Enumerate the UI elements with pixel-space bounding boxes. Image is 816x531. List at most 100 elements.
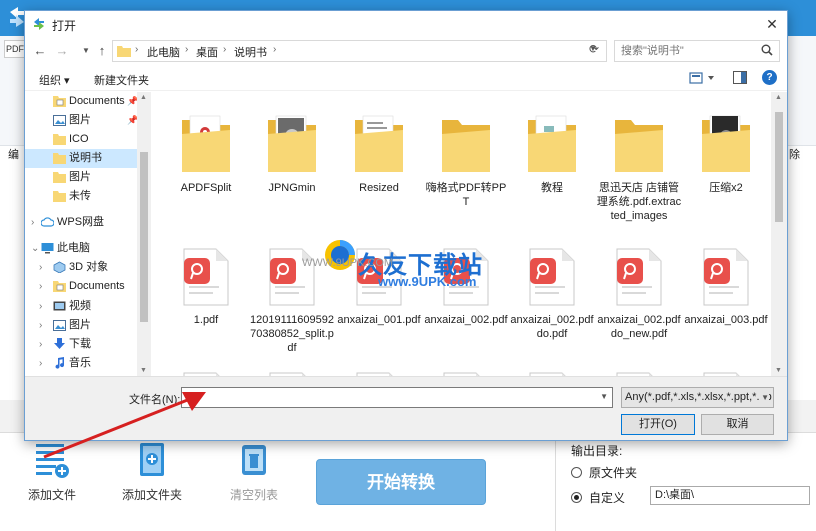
address-bar[interactable]: › 此电脑 › 桌面 › 说明书 › ▼ xyxy=(112,40,607,62)
file-type-select[interactable]: Any(*.pdf,*.xls,*.xlsx,*.ppt,*.pp ▼ xyxy=(621,387,774,408)
file-scrollbar[interactable]: ▲ ▼ xyxy=(771,92,787,376)
open-button[interactable]: 打开(O) xyxy=(621,414,695,435)
scroll-down-icon[interactable]: ▼ xyxy=(140,367,147,374)
app-left-label: 编 xyxy=(8,149,19,161)
pdf-file-item[interactable]: 1.pdf xyxy=(163,248,249,327)
chevron-right-icon[interactable]: › xyxy=(39,258,42,277)
nav-item[interactable]: 说明书 xyxy=(25,149,151,168)
breadcrumb-separator-icon: › xyxy=(223,44,227,55)
chevron-right-icon[interactable]: › xyxy=(39,277,42,296)
folder-icon xyxy=(53,190,66,202)
folder-item[interactable]: JPNGmin xyxy=(249,112,335,195)
search-icon[interactable] xyxy=(761,44,773,56)
search-box[interactable] xyxy=(614,40,780,62)
folder-item[interactable]: 嗨格式PDF转PPT xyxy=(423,112,509,209)
folder-item[interactable]: 教程 xyxy=(509,112,595,195)
nav-item[interactable]: › 音乐 xyxy=(25,354,151,373)
breadcrumb-item[interactable]: 桌面 xyxy=(196,44,218,60)
folder-icon xyxy=(509,112,595,177)
file-name: 1.pdf xyxy=(193,314,219,326)
nav-scrollbar[interactable]: ▲ ▼ xyxy=(137,92,151,376)
filename-input[interactable] xyxy=(182,388,592,407)
cancel-button[interactable]: 取消 xyxy=(701,414,774,435)
file-name: anxaizai_002.pdfdo_new.pdf xyxy=(597,314,681,340)
radio-custom-folder[interactable]: 自定义 xyxy=(571,489,625,506)
search-input[interactable] xyxy=(615,41,755,61)
folder-icon xyxy=(683,112,769,177)
scroll-up-icon[interactable]: ▲ xyxy=(140,94,147,101)
watermark-url-secondary: www.9UPK.com xyxy=(378,274,477,289)
pdf-file-item[interactable]: anxaizai_003.pdf xyxy=(683,248,769,327)
new-folder-button[interactable]: 新建文件夹 xyxy=(94,72,149,88)
scroll-up-icon[interactable]: ▲ xyxy=(775,94,782,101)
music-icon xyxy=(53,357,66,369)
chevron-down-icon[interactable]: ▼ xyxy=(759,388,769,407)
nav-item[interactable]: › 3D 对象 xyxy=(25,258,151,277)
folder-icon xyxy=(53,171,66,183)
help-icon[interactable]: ? xyxy=(762,70,777,85)
chevron-right-icon[interactable]: › xyxy=(39,354,42,373)
folder-item[interactable]: APDFSplit xyxy=(163,112,249,195)
nav-item[interactable]: › 下载 xyxy=(25,335,151,354)
pictures-icon xyxy=(53,114,66,126)
nav-item[interactable]: ICO xyxy=(25,130,151,149)
start-convert-button[interactable]: 开始转换 xyxy=(316,459,486,505)
chevron-down-icon[interactable]: ⌄ xyxy=(31,239,39,258)
scrollbar-thumb[interactable] xyxy=(775,112,783,222)
nav-item-label: 下载 xyxy=(69,338,91,350)
radio-circle-selected[interactable] xyxy=(571,492,582,503)
file-name: anxaizai_001.pdf xyxy=(337,314,421,326)
clear-list-button[interactable]: 清空列表 xyxy=(214,440,294,503)
folder-item[interactable]: 思迅天店 店铺管理系统.pdf.extracted_images xyxy=(596,112,682,223)
pictures-icon xyxy=(53,319,66,331)
chevron-right-icon[interactable]: › xyxy=(39,335,42,354)
filename-field[interactable]: ▼ xyxy=(181,387,613,408)
nav-item[interactable]: › Documents xyxy=(25,277,151,296)
breadcrumb-item[interactable]: 说明书 xyxy=(234,44,267,60)
radio-circle[interactable] xyxy=(571,467,582,478)
add-folder-button[interactable]: 添加文件夹 xyxy=(112,440,192,503)
chevron-right-icon[interactable]: › xyxy=(39,316,42,335)
breadcrumb-item[interactable]: 此电脑 xyxy=(147,44,180,60)
nav-item[interactable]: › 视频 xyxy=(25,297,151,316)
nav-item[interactable]: 图片 xyxy=(25,168,151,187)
up-arrow-icon[interactable]: ↑ xyxy=(93,41,111,61)
watermark: 久友下载站 WWW.9UPK.COM www.9UPK.com xyxy=(300,237,500,297)
open-file-dialog: 打开 ✕ ← → ▼ ↑ › 此电脑 › 桌面 › 说明书 › ▼ ⟳ 搜索"说… xyxy=(24,10,788,441)
nav-item-label: 图片 xyxy=(69,114,91,126)
chevron-right-icon[interactable]: › xyxy=(31,213,34,232)
radio-original-folder[interactable]: 原文件夹 xyxy=(571,464,637,481)
view-options-icon[interactable] xyxy=(689,71,715,85)
file-list: APDFSplit JPNGmin Resized 嗨格式PDF转PPT 教程 思迅天店 … xyxy=(153,92,771,376)
organize-menu[interactable]: 组织 ▾ xyxy=(39,72,70,88)
folder-icon xyxy=(117,46,131,57)
nav-item[interactable]: 未传 xyxy=(25,187,151,206)
chevron-right-icon[interactable]: › xyxy=(39,297,42,316)
nav-item[interactable]: Documents 📌 xyxy=(25,92,151,111)
output-path-field[interactable]: D:\桌面\ xyxy=(650,486,810,505)
pdf-file-item[interactable]: anxaizai_002.pdfdo_new.pdf xyxy=(596,248,682,341)
nav-item[interactable]: › WPS网盘 xyxy=(25,213,151,232)
nav-item-label: 图片 xyxy=(69,171,91,183)
pdf-file-item[interactable]: anxaizai_002.pdfdo.pdf xyxy=(509,248,595,341)
close-icon[interactable]: ✕ xyxy=(757,11,787,37)
folder-icon xyxy=(596,112,682,177)
add-file-button[interactable]: 添加文件 xyxy=(12,440,92,503)
navigation-bar: ← → ▼ ↑ › 此电脑 › 桌面 › 说明书 › ▼ ⟳ xyxy=(25,39,787,63)
add-file-icon xyxy=(36,444,69,478)
preview-pane-icon[interactable] xyxy=(733,71,747,84)
add-folder-label: 添加文件夹 xyxy=(121,488,182,502)
scroll-down-icon[interactable]: ▼ xyxy=(775,367,782,374)
nav-item[interactable]: ⌄ 此电脑 xyxy=(25,239,151,258)
refresh-icon[interactable]: ⟳ xyxy=(589,42,599,56)
app-tab-pdf[interactable]: PDF xyxy=(4,40,26,58)
folder-item[interactable]: Resized xyxy=(336,112,422,195)
nav-item[interactable]: 图片 📌 xyxy=(25,111,151,130)
folder-icon xyxy=(249,112,335,177)
back-arrow-icon[interactable]: ← xyxy=(31,41,49,61)
nav-item[interactable]: › 图片 xyxy=(25,316,151,335)
scrollbar-thumb[interactable] xyxy=(140,152,148,322)
forward-arrow-icon[interactable]: → xyxy=(53,41,71,61)
chevron-down-icon[interactable]: ▼ xyxy=(600,392,608,401)
folder-item[interactable]: 压缩x2 xyxy=(683,112,769,195)
